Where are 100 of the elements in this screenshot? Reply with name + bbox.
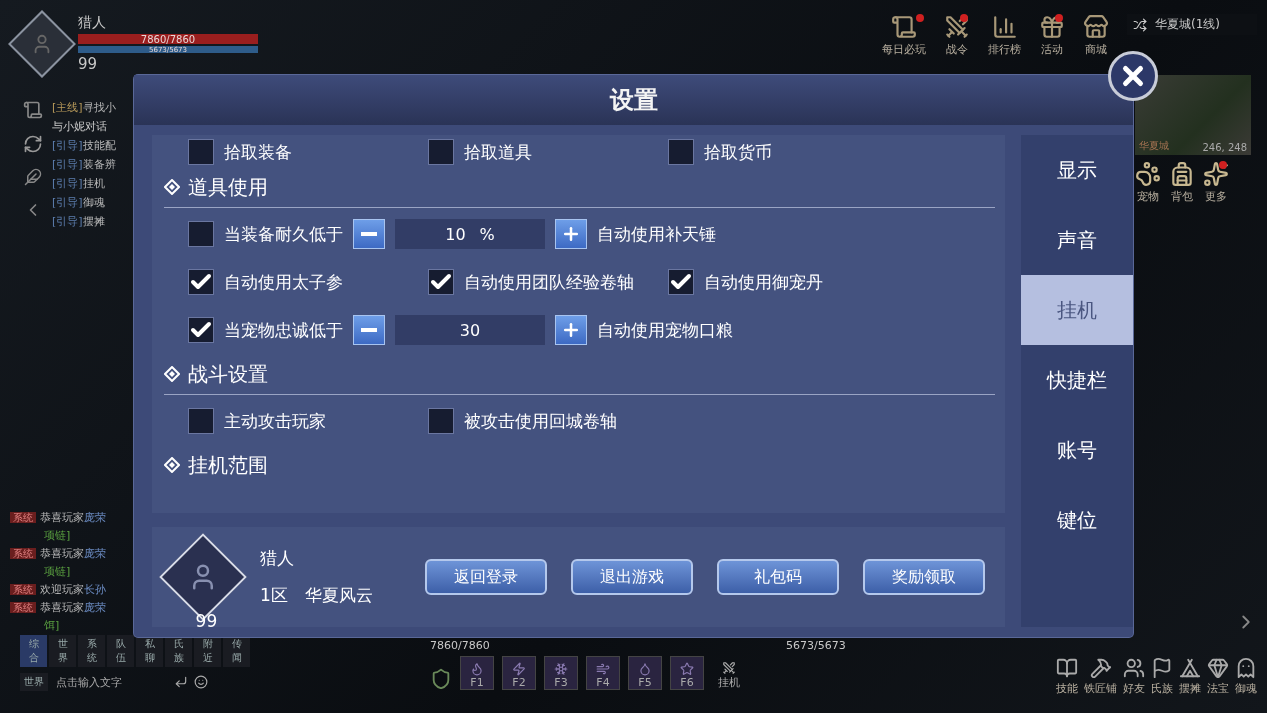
skill-slot[interactable]: F4 — [586, 656, 620, 690]
checkbox[interactable] — [188, 221, 214, 247]
quest-item[interactable]: 与小妮对话 — [52, 119, 116, 134]
skill-glyph-icon — [638, 662, 652, 676]
skill-slot[interactable]: F5 — [628, 656, 662, 690]
menu-item[interactable]: 战令 — [944, 14, 970, 57]
checkbox[interactable] — [188, 317, 214, 343]
skill-slot[interactable]: F3 — [544, 656, 578, 690]
scroll-icon[interactable] — [23, 100, 43, 120]
chat-tab[interactable]: 系统 — [78, 635, 105, 667]
increase-button[interactable] — [555, 315, 587, 345]
chat-tab[interactable]: 综合 — [20, 635, 47, 667]
menu-item[interactable]: 御魂 — [1235, 657, 1257, 696]
chat-item-link[interactable]: 项链] — [10, 528, 134, 543]
level-text: 99 — [195, 611, 218, 632]
decrease-button[interactable] — [353, 219, 385, 249]
auto-battle-button[interactable]: 挂机 — [712, 656, 746, 690]
menu-glyph-icon — [1207, 657, 1229, 679]
hp-reading: 7860/7860 — [430, 639, 491, 652]
minus-icon — [361, 328, 377, 332]
menu-item[interactable]: 宠物 — [1135, 161, 1161, 204]
nav-tab[interactable]: 账号 — [1021, 415, 1133, 485]
option-label: 主动攻击玩家 — [224, 409, 326, 433]
skill-slot[interactable]: F1 — [460, 656, 494, 690]
checkbox[interactable] — [188, 408, 214, 434]
skill-glyph-icon — [680, 662, 694, 676]
refresh-icon[interactable] — [23, 134, 43, 154]
action-label: 自动使用补天锤 — [597, 222, 716, 246]
menu-item[interactable]: 氏族 — [1151, 657, 1173, 696]
chat-item-link[interactable]: 项链] — [10, 564, 134, 579]
menu-item[interactable]: 背包 — [1169, 161, 1195, 204]
quest-item[interactable]: [引导]技能配 — [52, 138, 116, 153]
server-name: 1区 华夏风云 — [260, 584, 374, 607]
menu-item[interactable]: 活动 — [1039, 14, 1065, 57]
close-button[interactable] — [1108, 51, 1158, 101]
action-button[interactable]: 退出游戏 — [571, 559, 693, 595]
menu-item[interactable]: 每日必玩 — [882, 14, 926, 57]
minimap[interactable]: 华夏城 246, 248 — [1135, 75, 1251, 155]
menu-item[interactable]: 更多 — [1203, 161, 1229, 204]
checkbox[interactable] — [668, 139, 694, 165]
diamond-icon — [164, 179, 180, 195]
action-button[interactable]: 礼包码 — [717, 559, 839, 595]
chat-tab[interactable]: 世界 — [49, 635, 76, 667]
checkbox[interactable] — [188, 139, 214, 165]
option-label: 自动使用御宠丹 — [704, 270, 823, 294]
menu-item[interactable]: 技能 — [1056, 657, 1078, 696]
menu-item[interactable]: 摆摊 — [1179, 657, 1201, 696]
chat-message: 系统 欢迎玩家长孙 — [10, 582, 134, 597]
quest-item[interactable]: [引导]装备辨 — [52, 157, 116, 172]
option-label: 拾取装备 — [224, 140, 292, 164]
nav-tab[interactable]: 显示 — [1021, 135, 1133, 205]
option-label: 自动使用团队经验卷轴 — [464, 270, 634, 294]
skill-slot[interactable]: F6 — [670, 656, 704, 690]
nav-tab[interactable]: 快捷栏 — [1021, 345, 1133, 415]
feather-icon[interactable] — [24, 168, 42, 186]
skill-glyph-icon — [470, 662, 484, 676]
shield-icon[interactable] — [430, 668, 452, 690]
minus-icon — [361, 232, 377, 236]
character-name: 猎人 — [260, 547, 295, 570]
menu-glyph-icon — [1135, 161, 1161, 187]
decrease-button[interactable] — [353, 315, 385, 345]
value-field[interactable]: 10 % — [395, 219, 545, 249]
nav-tab[interactable]: 键位 — [1021, 485, 1133, 555]
shuffle-icon[interactable] — [1133, 17, 1147, 32]
checkbox[interactable] — [188, 269, 214, 295]
action-button[interactable]: 返回登录 — [425, 559, 547, 595]
menu-glyph-icon — [1151, 657, 1173, 679]
menu-glyph-icon — [1179, 657, 1201, 679]
chat-tab[interactable]: 队伍 — [107, 635, 134, 667]
emoji-icon[interactable] — [194, 675, 208, 689]
menu-item[interactable]: 铁匠铺 — [1084, 657, 1117, 696]
checkbox[interactable] — [428, 269, 454, 295]
crossed-swords-icon — [722, 661, 736, 675]
skill-slot[interactable]: F2 — [502, 656, 536, 690]
chat-item-link[interactable]: 饵] — [10, 618, 134, 633]
chat-input[interactable]: 点击输入文字 — [54, 675, 168, 689]
menu-item[interactable]: 好友 — [1123, 657, 1145, 696]
enter-icon[interactable] — [174, 675, 188, 689]
menu-glyph-icon — [1123, 657, 1145, 679]
nav-tab[interactable]: 声音 — [1021, 205, 1133, 275]
checkbox[interactable] — [428, 139, 454, 165]
menu-item[interactable]: 商城 — [1083, 14, 1109, 57]
quest-item[interactable]: [引导]御魂 — [52, 195, 116, 210]
quest-item[interactable]: [引导]摆摊 — [52, 214, 116, 229]
checkbox[interactable] — [428, 408, 454, 434]
menu-glyph-icon — [1039, 14, 1065, 40]
section-title: 挂机范围 — [188, 451, 268, 479]
increase-button[interactable] — [555, 219, 587, 249]
menu-item[interactable]: 法宝 — [1207, 657, 1229, 696]
action-button[interactable]: 奖励领取 — [863, 559, 985, 595]
section-title: 战斗设置 — [188, 360, 268, 388]
nav-tab[interactable]: 挂机 — [1021, 275, 1133, 345]
quest-item[interactable]: [主线]寻找小 — [52, 100, 116, 115]
value-field[interactable]: 30 — [395, 315, 545, 345]
channel-button[interactable]: 世界 — [20, 673, 48, 691]
quest-item[interactable]: [引导]挂机 — [52, 176, 116, 191]
checkbox[interactable] — [668, 269, 694, 295]
menu-item[interactable]: 排行榜 — [988, 14, 1021, 57]
hp-bar: 7860/7860 — [78, 34, 258, 44]
action-label: 自动使用宠物口粮 — [597, 318, 733, 342]
